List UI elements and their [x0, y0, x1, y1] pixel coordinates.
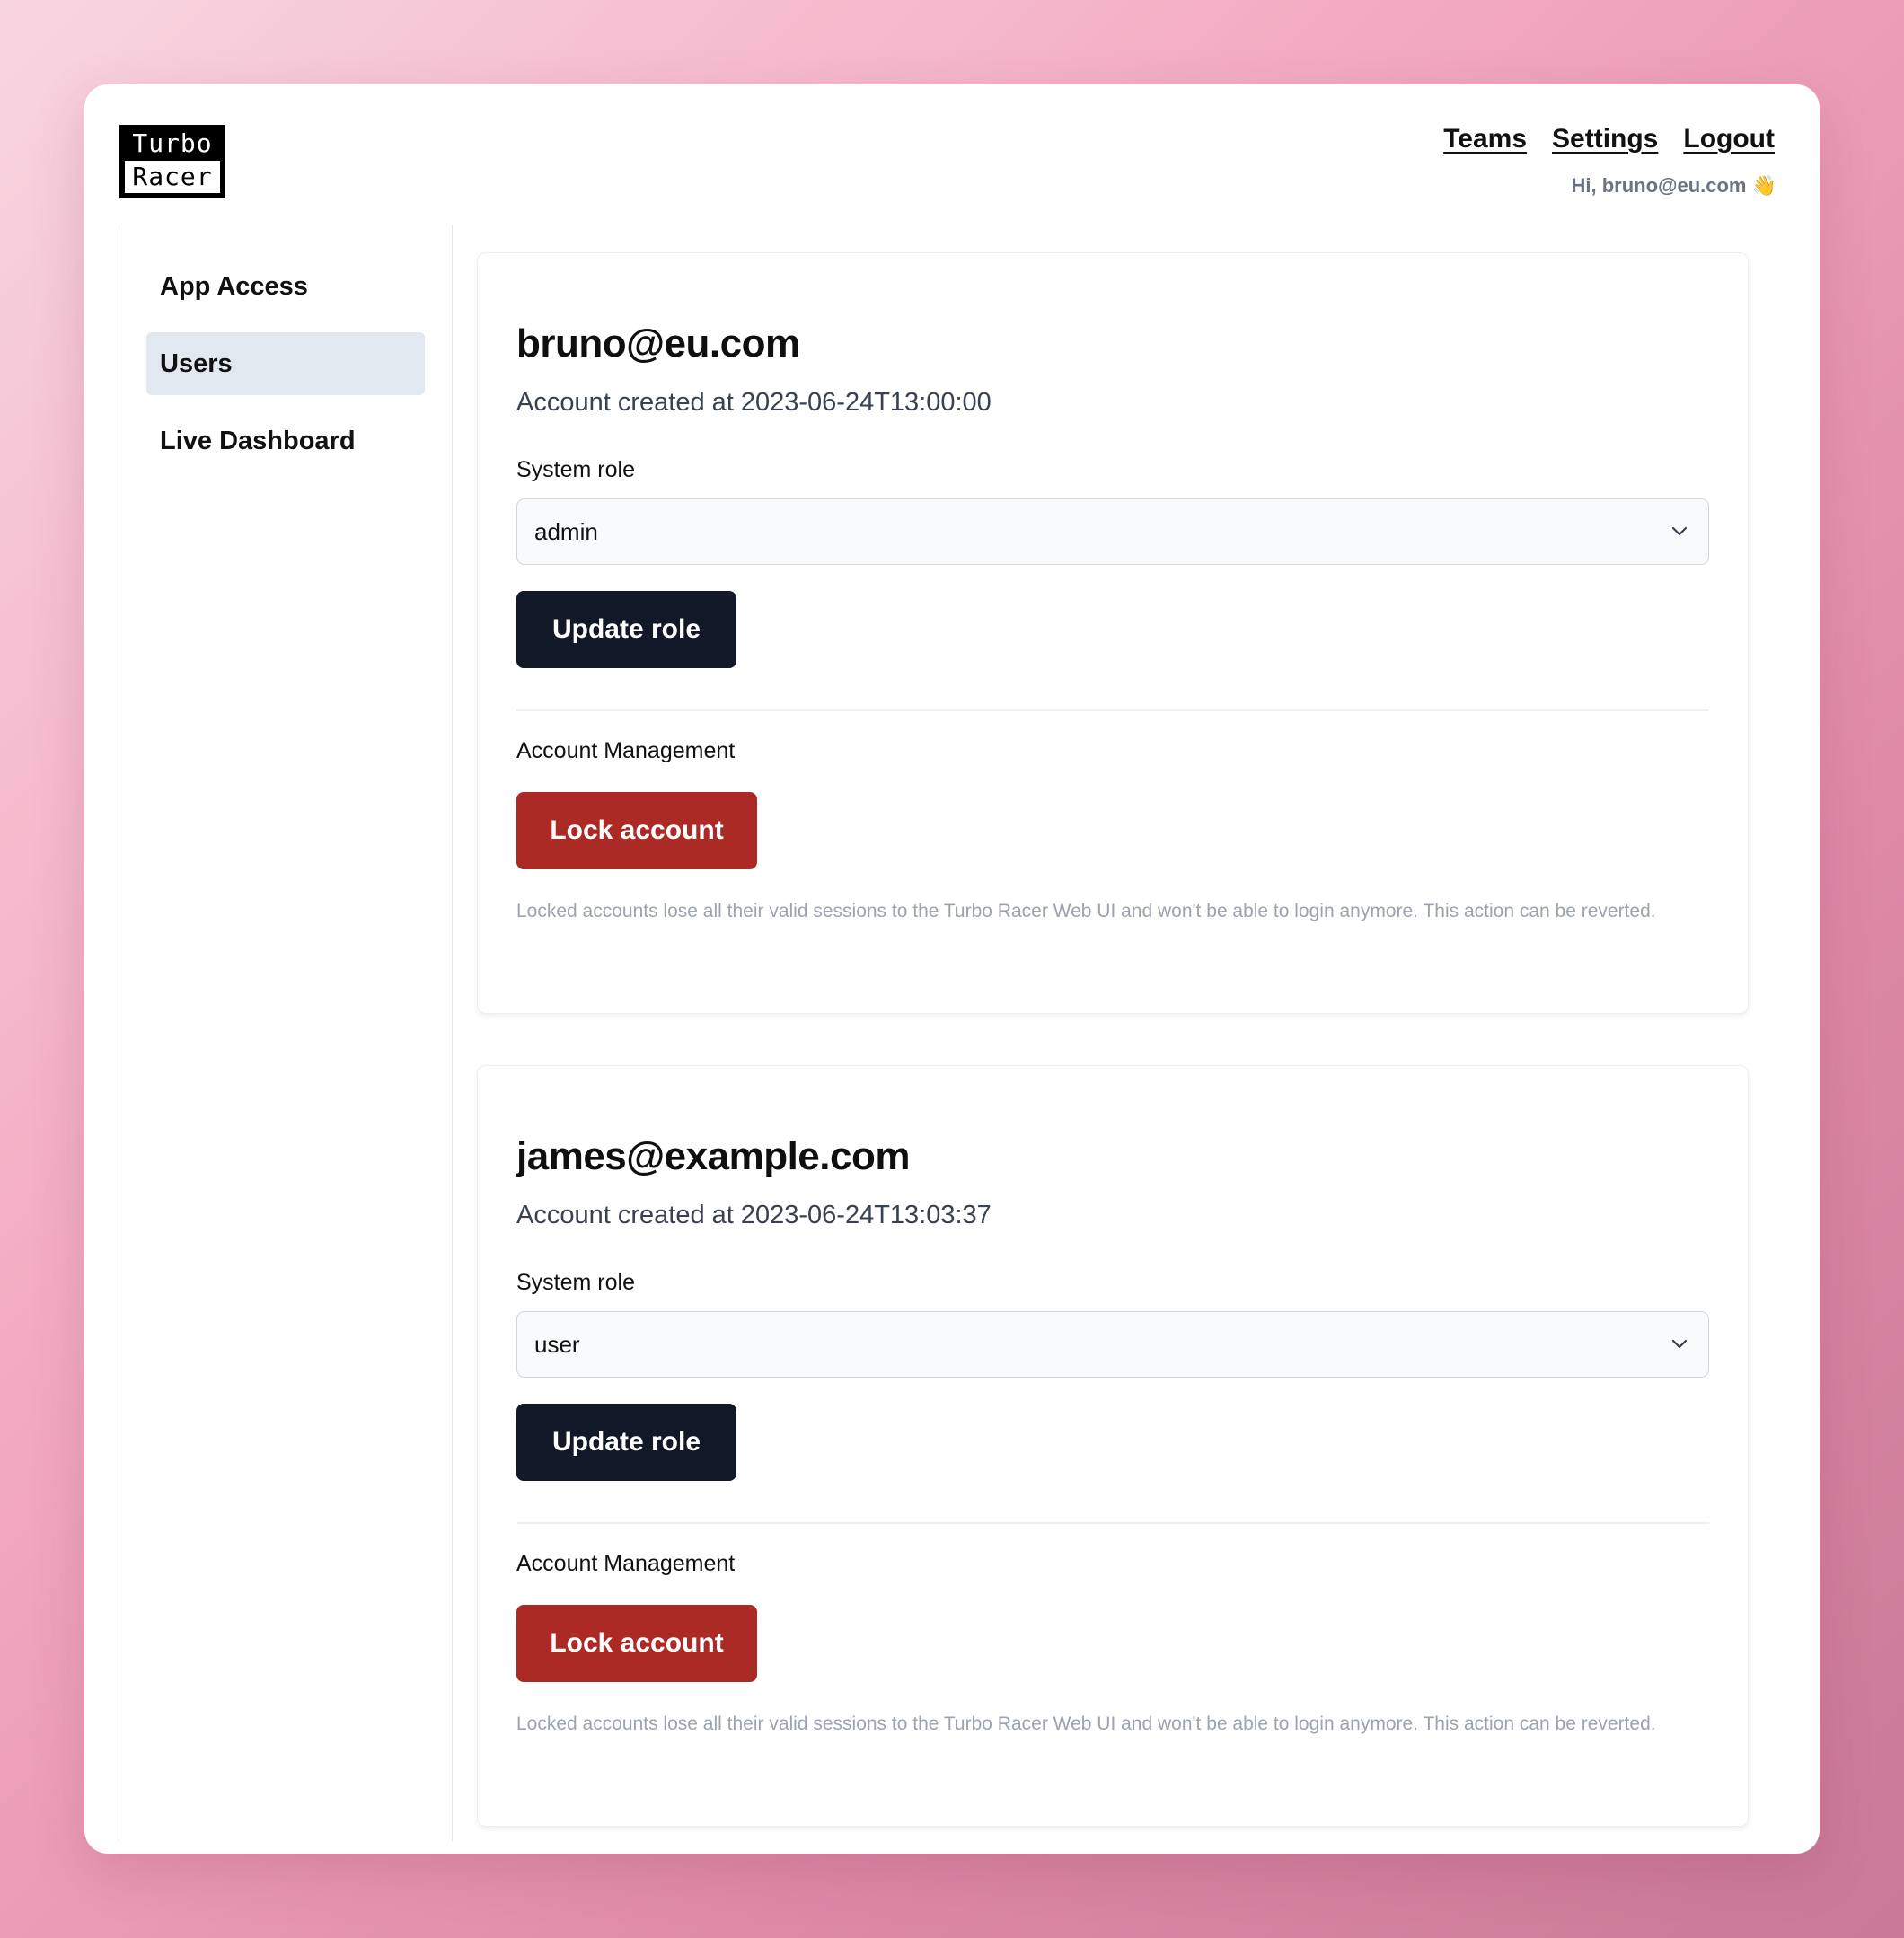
sidebar-item-label: Live Dashboard [160, 426, 356, 455]
turbo-racer-logo[interactable]: Turbo Racer [119, 125, 225, 198]
lock-help-text: Locked accounts lose all their valid ses… [516, 901, 1656, 921]
account-created-text: Account created at 2023-06-24T13:03:37 [516, 1201, 992, 1229]
settings-link[interactable]: Settings [1552, 124, 1658, 154]
chevron-down-icon [1671, 1339, 1688, 1349]
sidebar-item-users[interactable]: Users [146, 332, 425, 395]
user-email-heading: bruno@eu.com [516, 322, 800, 366]
system-role-select[interactable]: admin [516, 498, 1709, 565]
account-management-label: Account Management [516, 738, 736, 763]
sidebar-item-label: App Access [160, 271, 308, 301]
sidebar-item-label: Users [160, 348, 233, 378]
system-role-select[interactable]: user [516, 1311, 1709, 1378]
user-card: bruno@eu.com Account created at 2023-06-… [477, 252, 1749, 1014]
update-role-button[interactable]: Update role [516, 1404, 736, 1481]
user-email-heading: james@example.com [516, 1134, 910, 1178]
sidebar-item-app-access[interactable]: App Access [146, 255, 425, 318]
update-role-button[interactable]: Update role [516, 591, 736, 668]
logout-link[interactable]: Logout [1683, 124, 1775, 154]
section-divider [516, 1522, 1709, 1524]
selected-role-value: user [534, 1330, 580, 1358]
lock-account-button[interactable]: Lock account [516, 1605, 757, 1682]
account-management-label: Account Management [516, 1551, 736, 1576]
section-divider [516, 709, 1709, 711]
system-role-label: System role [516, 1270, 635, 1295]
account-created-text: Account created at 2023-06-24T13:00:00 [516, 388, 992, 417]
sidebar-item-live-dashboard[interactable]: Live Dashboard [146, 410, 425, 472]
logo-line-1: Turbo [122, 128, 223, 161]
teams-link[interactable]: Teams [1443, 124, 1527, 154]
lock-help-text: Locked accounts lose all their valid ses… [516, 1713, 1656, 1734]
app-window: Turbo Racer Teams Settings Logout Hi, br… [84, 84, 1820, 1854]
sidebar: App Access Users Live Dashboard [119, 225, 453, 1841]
top-navigation: Teams Settings Logout [1443, 124, 1775, 154]
logo-line-2: Racer [125, 160, 220, 193]
lock-account-button[interactable]: Lock account [516, 792, 757, 869]
selected-role-value: admin [534, 517, 598, 545]
user-card: james@example.com Account created at 202… [477, 1065, 1749, 1827]
user-greeting: Hi, bruno@eu.com 👋 [1571, 174, 1776, 197]
chevron-down-icon [1671, 526, 1688, 536]
system-role-label: System role [516, 457, 635, 482]
